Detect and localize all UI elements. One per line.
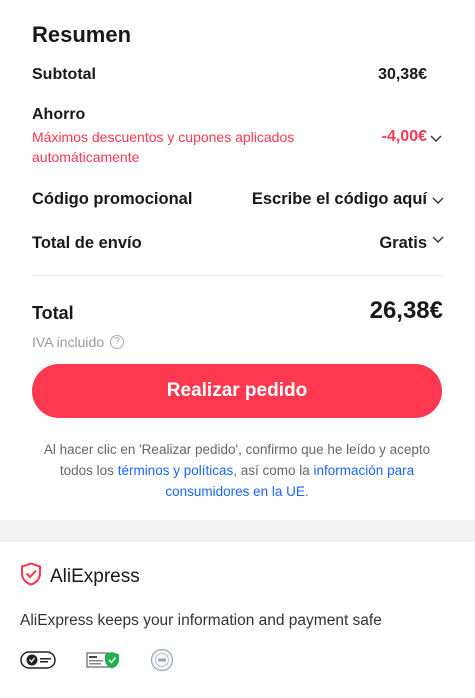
saving-note: Máximos descuentos y cupones aplicados a… (32, 129, 295, 165)
promo-label: Código promocional (32, 190, 193, 208)
shipping-chevron-down-icon[interactable] (430, 231, 446, 247)
legal-suffix: . (304, 484, 309, 499)
order-summary: Resumen Subtotal 30,38€ Ahorro Máximos d… (0, 0, 475, 520)
shield-check-icon (20, 562, 42, 592)
visa-secure-badge-icon (20, 651, 56, 674)
total-label: Total (32, 303, 74, 323)
saving-chevron-down-icon[interactable] (428, 130, 444, 146)
summary-title: Resumen (32, 22, 132, 47)
vat-label: IVA incluido (32, 334, 105, 350)
aliexpress-brand: AliExpress (20, 562, 140, 592)
summary-divider (32, 275, 443, 276)
section-separator (0, 520, 475, 542)
pci-dss-badge-icon (150, 648, 174, 677)
vat-info: IVA incluido ? (32, 334, 125, 350)
legal-notice: Al hacer clic en 'Realizar pedido', conf… (32, 439, 442, 502)
brand-name: AliExpress (50, 566, 140, 587)
ssl-secure-badge-icon (86, 650, 120, 675)
trust-section: AliExpress AliExpress keeps your informa… (0, 542, 475, 698)
legal-middle: , así como la (233, 463, 314, 478)
saving-value[interactable]: -4,00€ (382, 128, 427, 146)
promo-chevron-down-icon[interactable] (430, 192, 446, 208)
promo-code-input[interactable]: Escribe el código aquí (252, 190, 427, 209)
trust-message: AliExpress keeps your information and pa… (20, 612, 382, 629)
total-value: 26,38€ (369, 297, 443, 324)
saving-label: Ahorro (32, 106, 86, 123)
shipping-value[interactable]: Gratis (379, 234, 427, 253)
subtotal-label: Subtotal (32, 66, 96, 83)
terms-link[interactable]: términos y políticas (118, 463, 234, 478)
place-order-button[interactable]: Realizar pedido (32, 364, 442, 418)
help-icon[interactable]: ? (110, 335, 125, 349)
subtotal-value: 30,38€ (378, 66, 427, 83)
security-badges (20, 648, 174, 677)
shipping-label: Total de envío (32, 234, 142, 252)
